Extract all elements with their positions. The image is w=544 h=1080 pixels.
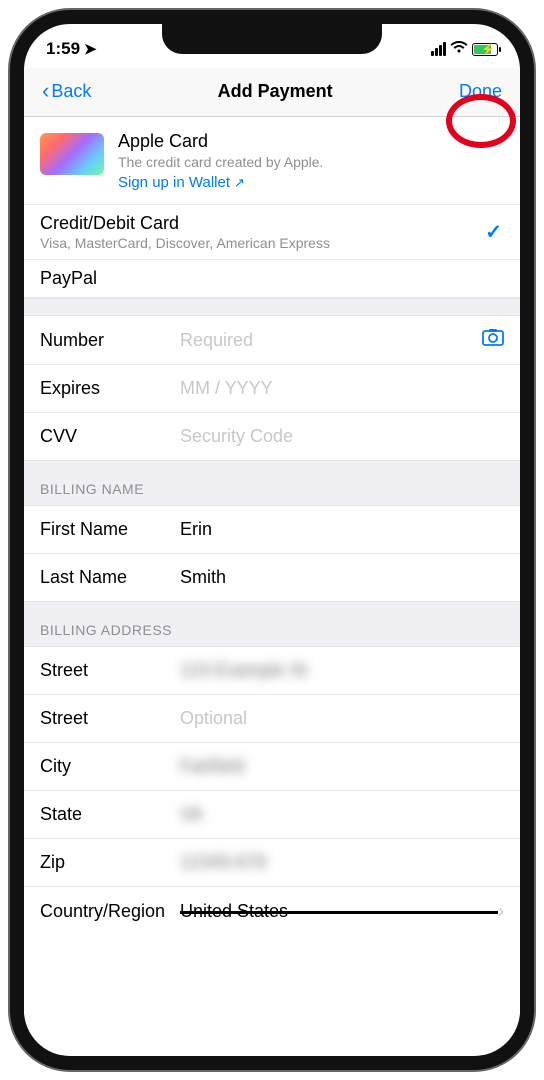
apple-card-promo[interactable]: Apple Card The credit card created by Ap… bbox=[24, 117, 520, 205]
street2-input[interactable]: Optional bbox=[180, 708, 504, 729]
payment-option-credit-debit[interactable]: Credit/Debit Card Visa, MasterCard, Disc… bbox=[24, 205, 520, 260]
zip-label: Zip bbox=[40, 852, 180, 873]
done-label: Done bbox=[459, 81, 502, 102]
camera-icon[interactable] bbox=[474, 328, 504, 352]
country-value: United States bbox=[180, 901, 498, 922]
content-scroll[interactable]: Apple Card The credit card created by Ap… bbox=[24, 117, 520, 1055]
location-icon: ➤ bbox=[84, 40, 97, 58]
street2-label: Street bbox=[40, 708, 180, 729]
city-input[interactable]: Fairfield bbox=[180, 756, 504, 777]
state-row[interactable]: State VA bbox=[24, 791, 520, 839]
card-expires-row[interactable]: Expires MM / YYYY bbox=[24, 365, 520, 413]
credit-debit-sub: Visa, MasterCard, Discover, American Exp… bbox=[40, 235, 504, 251]
battery-icon: ⚡ bbox=[472, 43, 498, 56]
first-name-row[interactable]: First Name Erin bbox=[24, 506, 520, 554]
street-label: Street bbox=[40, 660, 180, 681]
first-name-input[interactable]: Erin bbox=[180, 519, 504, 540]
expires-input[interactable]: MM / YYYY bbox=[180, 378, 504, 399]
notch bbox=[162, 24, 382, 54]
city-row[interactable]: City Fairfield bbox=[24, 743, 520, 791]
billing-address-header: BILLING ADDRESS bbox=[24, 602, 520, 647]
billing-name-header: BILLING NAME bbox=[24, 461, 520, 506]
number-input[interactable]: Required bbox=[180, 330, 474, 351]
street-row[interactable]: Street 123 Example St bbox=[24, 647, 520, 695]
apple-card-subtitle: The credit card created by Apple. bbox=[118, 154, 323, 170]
credit-debit-title: Credit/Debit Card bbox=[40, 213, 504, 234]
card-cvv-row[interactable]: CVV Security Code bbox=[24, 413, 520, 461]
street2-row[interactable]: Street Optional bbox=[24, 695, 520, 743]
zip-row[interactable]: Zip 12345-678 bbox=[24, 839, 520, 887]
last-name-label: Last Name bbox=[40, 567, 180, 588]
payment-option-paypal[interactable]: PayPal bbox=[24, 260, 520, 298]
wifi-icon bbox=[450, 40, 468, 58]
country-label: Country/Region bbox=[40, 901, 180, 922]
external-link-icon: ↗ bbox=[234, 175, 245, 191]
nav-bar: ‹ Back Add Payment Done bbox=[24, 68, 520, 117]
state-input[interactable]: VA bbox=[180, 804, 504, 825]
country-region-row[interactable]: Country/Region United States › bbox=[24, 887, 520, 935]
zip-input[interactable]: 12345-678 bbox=[180, 852, 504, 873]
apple-card-title: Apple Card bbox=[118, 131, 323, 152]
chevron-right-icon: › bbox=[498, 901, 504, 922]
cellular-signal-icon bbox=[431, 42, 446, 56]
status-time: 1:59 bbox=[46, 39, 80, 59]
apple-card-link[interactable]: Sign up in Wallet ↗ bbox=[118, 174, 245, 191]
cvv-label: CVV bbox=[40, 426, 180, 447]
done-button[interactable]: Done bbox=[453, 77, 508, 106]
back-button[interactable]: ‹ Back bbox=[36, 76, 97, 106]
cvv-input[interactable]: Security Code bbox=[180, 426, 504, 447]
checkmark-icon: ✓ bbox=[485, 220, 502, 245]
last-name-row[interactable]: Last Name Smith bbox=[24, 554, 520, 602]
last-name-input[interactable]: Smith bbox=[180, 567, 504, 588]
paypal-title: PayPal bbox=[40, 268, 504, 289]
card-number-row[interactable]: Number Required bbox=[24, 316, 520, 365]
number-label: Number bbox=[40, 330, 180, 351]
expires-label: Expires bbox=[40, 378, 180, 399]
chevron-left-icon: ‹ bbox=[42, 80, 49, 102]
street-input[interactable]: 123 Example St bbox=[180, 660, 504, 681]
page-title: Add Payment bbox=[218, 81, 333, 102]
state-label: State bbox=[40, 804, 180, 825]
apple-card-link-label: Sign up in Wallet bbox=[118, 174, 230, 191]
first-name-label: First Name bbox=[40, 519, 180, 540]
back-label: Back bbox=[51, 81, 91, 102]
city-label: City bbox=[40, 756, 180, 777]
apple-card-icon bbox=[40, 133, 104, 175]
section-divider bbox=[24, 298, 520, 316]
